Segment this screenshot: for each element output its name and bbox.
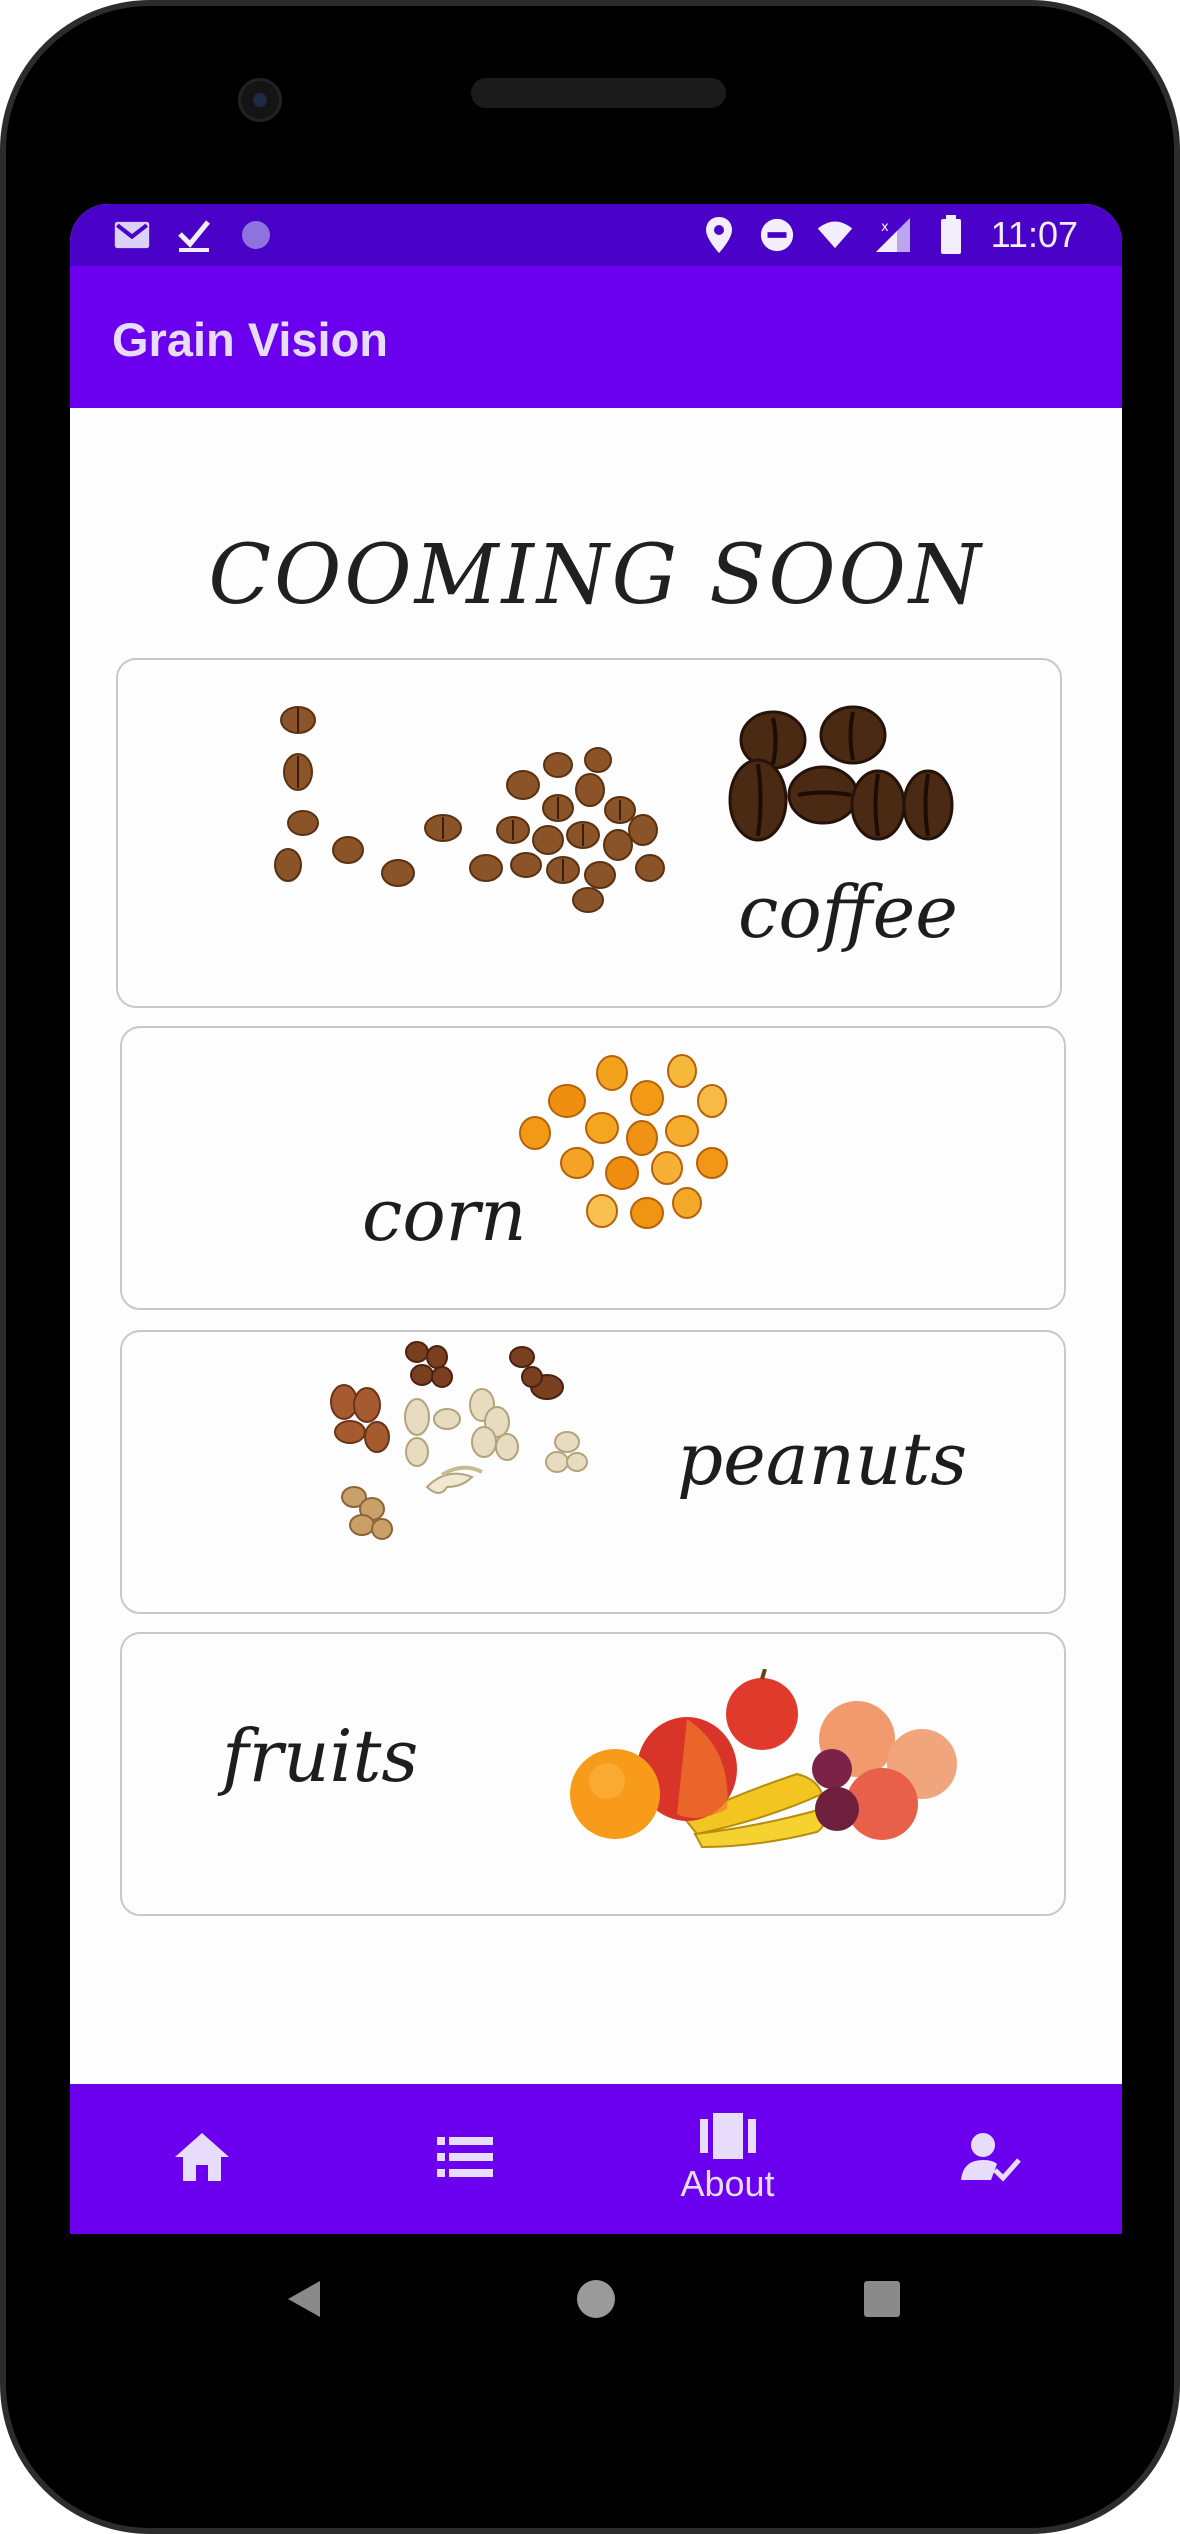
bottom-navigation: About xyxy=(70,2084,1122,2234)
home-icon xyxy=(174,2133,229,2181)
signal-icon: x xyxy=(875,217,911,253)
front-camera xyxy=(238,78,282,122)
fruits-label: fruits xyxy=(222,1714,419,1798)
app-bar: Grain Vision xyxy=(70,266,1122,408)
battery-icon xyxy=(933,215,969,254)
fruits-card[interactable]: fruits xyxy=(120,1632,1066,1916)
location-icon xyxy=(701,217,737,253)
nav-about-label: About xyxy=(680,2163,775,2204)
earpiece-speaker xyxy=(471,78,726,108)
corn-label: corn xyxy=(362,1173,527,1257)
nav-profile[interactable] xyxy=(859,2084,1122,2234)
roasted-coffee-beans-image xyxy=(728,705,954,842)
recents-icon xyxy=(864,2281,900,2317)
nav-about[interactable]: About xyxy=(596,2084,859,2234)
peanuts-card[interactable]: peanuts xyxy=(120,1330,1066,1614)
phone-frame: x 11:07 Grain Vision COOMING SOON coffee… xyxy=(0,0,1180,2534)
app-title: Grain Vision xyxy=(112,313,388,366)
list-icon xyxy=(436,2137,493,2177)
nav-list[interactable] xyxy=(333,2084,596,2234)
nuts-image xyxy=(330,1341,588,1540)
home-circle-icon xyxy=(577,2280,615,2318)
download-done-icon xyxy=(176,217,212,253)
carousel-icon xyxy=(699,2113,756,2159)
wifi-icon xyxy=(817,217,853,253)
fruits-image xyxy=(570,1669,957,1849)
coffee-beans-image xyxy=(274,706,665,913)
svg-text:x: x xyxy=(881,220,889,235)
coffee-card[interactable]: coffee xyxy=(116,658,1062,1008)
recents-button[interactable] xyxy=(822,2234,942,2364)
do-not-disturb-icon xyxy=(759,217,795,253)
corn-kernels-image xyxy=(519,1054,728,1229)
screen: x 11:07 Grain Vision COOMING SOON coffee… xyxy=(70,204,1122,2234)
coming-soon-heading: COOMING SOON xyxy=(208,528,984,623)
nav-home[interactable] xyxy=(70,2084,333,2234)
peanuts-label: peanuts xyxy=(677,1417,968,1501)
coffee-label: coffee xyxy=(738,870,958,954)
circle-icon xyxy=(238,217,274,253)
user-check-icon xyxy=(960,2133,1021,2182)
back-icon xyxy=(288,2281,320,2317)
back-button[interactable] xyxy=(244,2234,364,2364)
system-navigation xyxy=(6,2234,1180,2364)
home-button[interactable] xyxy=(536,2234,656,2364)
main-content: COOMING SOON coffee corn peanuts fruits xyxy=(70,408,1122,2082)
corn-card[interactable]: corn xyxy=(120,1026,1066,1310)
status-bar: x 11:07 xyxy=(70,204,1122,266)
gmail-icon xyxy=(114,217,150,253)
status-time: 11:07 xyxy=(990,214,1078,255)
